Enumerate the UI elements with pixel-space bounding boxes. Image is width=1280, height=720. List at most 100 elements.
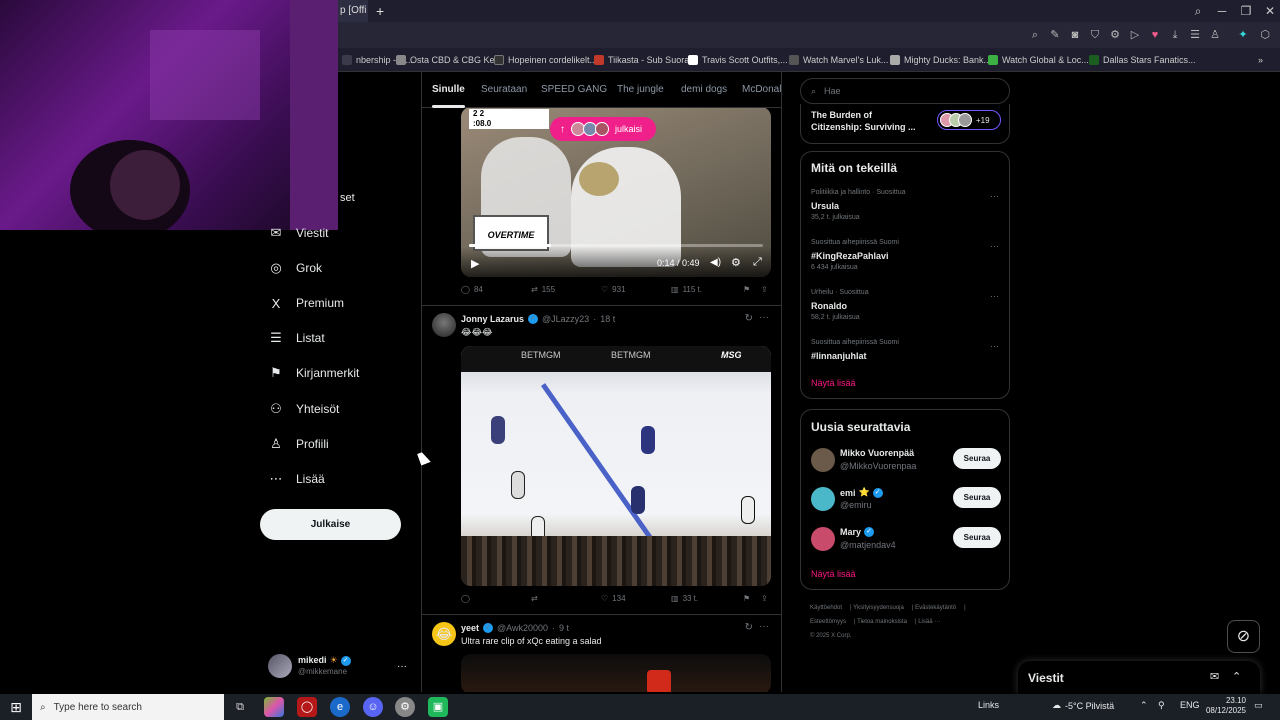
new-message-icon[interactable]: ✉ bbox=[1210, 670, 1219, 683]
who-show-more-link[interactable]: Näytä lisää bbox=[811, 569, 856, 579]
notifications-icon[interactable]: ▭ bbox=[1254, 700, 1263, 711]
new-tab-button[interactable]: + bbox=[376, 3, 384, 19]
clock[interactable]: 23.10 08/12/2025 bbox=[1204, 696, 1246, 716]
post-button[interactable]: Julkaise bbox=[260, 509, 401, 540]
footer-link[interactable]: Käyttöehdot bbox=[810, 605, 842, 611]
heart-icon[interactable]: ♥ bbox=[1148, 28, 1162, 42]
fullscreen-icon[interactable]: ⤢ bbox=[753, 256, 762, 269]
nav-item-premium[interactable]: X Premium bbox=[268, 292, 344, 314]
bookmark-item[interactable]: Dallas Stars Fanatics... bbox=[1089, 53, 1196, 67]
repost-button[interactable]: ⇄ 155 bbox=[531, 285, 555, 294]
bookmark-button[interactable]: ⚑ bbox=[743, 594, 750, 603]
edge-icon[interactable]: e bbox=[330, 697, 350, 717]
trends-show-more-link[interactable]: Näytä lisää bbox=[811, 378, 856, 388]
trend-more-icon[interactable]: ··· bbox=[990, 341, 999, 351]
bookmark-item[interactable]: Watch Marvel's Luk... bbox=[789, 53, 888, 67]
play-icon[interactable]: ▶ bbox=[471, 257, 479, 270]
play-icon[interactable]: ▷ bbox=[1128, 28, 1142, 42]
new-posts-pill[interactable]: ↑ julkaisi bbox=[550, 117, 656, 141]
profile-icon[interactable]: ♙ bbox=[1208, 28, 1222, 42]
network-icon[interactable]: ⚲ bbox=[1158, 700, 1165, 711]
bookmark-item[interactable]: Osta CBD & CBG Ke... bbox=[396, 53, 502, 67]
app-icon[interactable]: ⚙ bbox=[395, 697, 415, 717]
menu-icon[interactable]: ☰ bbox=[1188, 28, 1202, 42]
shield-icon[interactable]: ⛉ bbox=[1088, 28, 1102, 42]
tab-mcdonal[interactable]: McDonal bbox=[742, 72, 781, 108]
trend-item[interactable]: Politiikka ja hallinto · Suosittua Ursul… bbox=[811, 189, 1001, 225]
tray-overflow-icon[interactable]: ⌃ bbox=[1140, 700, 1148, 711]
browser-app-icon[interactable]: ◯ bbox=[297, 697, 317, 717]
links-toolbar[interactable]: Links bbox=[978, 700, 999, 710]
bookmark-item[interactable]: Hopeinen cordelikelt... bbox=[494, 53, 597, 67]
bookmark-item[interactable]: Tiikasta - Sub Suora bbox=[594, 53, 689, 67]
views-button[interactable]: ▥ 33 t. bbox=[671, 594, 698, 603]
restore-icon[interactable]: ❐ bbox=[1234, 0, 1258, 22]
account-switcher[interactable]: mikedi ☀ ✓ @mikkemane ··· bbox=[268, 652, 413, 680]
footer-link[interactable]: Esteettömyys bbox=[810, 619, 846, 625]
bookmark-item[interactable]: Mighty Ducks: Bank... bbox=[890, 53, 991, 67]
post-more-icon[interactable]: ··· bbox=[759, 621, 769, 632]
account-more-icon[interactable]: ··· bbox=[397, 661, 407, 672]
app-icon[interactable]: ▣ bbox=[428, 697, 448, 717]
follow-suggestion[interactable]: emi ⭐ ✓ @emiru Seuraa bbox=[811, 485, 1001, 515]
nav-item-grok[interactable]: ◎ Grok bbox=[268, 257, 322, 279]
footer-link[interactable]: Evästekäytäntö bbox=[915, 605, 956, 611]
expand-icon[interactable]: ⌃ bbox=[1232, 670, 1241, 683]
close-window-icon[interactable]: ✕ bbox=[1258, 0, 1280, 22]
tab-for-you[interactable]: Sinulle bbox=[432, 72, 465, 108]
windows-start-icon[interactable]: ⊞ bbox=[0, 694, 32, 720]
post-author[interactable]: yeet ✓ @Awk20000 · 9 t bbox=[461, 623, 569, 633]
weather-widget[interactable]: ☁ -5°C Pilvistä bbox=[1052, 700, 1114, 711]
footer-link[interactable]: Yksityisyydensuoja bbox=[853, 605, 904, 611]
language-indicator[interactable]: ENG bbox=[1180, 700, 1200, 710]
taskbar-search-input[interactable]: ⌕ Type here to search bbox=[32, 694, 224, 720]
nav-item-more[interactable]: ⋯ Lisää bbox=[268, 468, 325, 490]
reply-button[interactable]: ◯ 84 bbox=[461, 285, 483, 294]
volume-icon[interactable]: ◀) bbox=[710, 257, 721, 268]
bookmark-item[interactable]: Watch Global & Loc... bbox=[988, 53, 1089, 67]
trend-item[interactable]: Suosittua aihepiirissä Suomi #KingRezaPa… bbox=[811, 239, 1001, 275]
grok-icon[interactable]: ↻ bbox=[745, 622, 753, 633]
grok-icon[interactable]: ↻ bbox=[745, 313, 753, 324]
search-input[interactable]: ⌕ Hae bbox=[800, 78, 1010, 104]
nav-item-bookmarks[interactable]: ⚑ Kirjanmerkit bbox=[268, 362, 359, 384]
bookmark-button[interactable]: ⚑ bbox=[743, 285, 750, 294]
settings-icon[interactable]: ⚙ bbox=[731, 256, 741, 269]
zoom-icon[interactable]: ⌕ bbox=[1028, 28, 1042, 42]
follow-suggestion[interactable]: Mary ✓ @matjendav4 Seuraa bbox=[811, 525, 1001, 555]
trend-item[interactable]: Suosittua aihepiirissä Suomi #linnanjuhl… bbox=[811, 339, 1001, 375]
tab-speed-gang[interactable]: SPEED GANG bbox=[541, 72, 607, 108]
follow-button[interactable]: Seuraa bbox=[953, 487, 1001, 508]
trend-more-icon[interactable]: ··· bbox=[990, 241, 999, 251]
copilot-icon[interactable] bbox=[264, 697, 284, 717]
tab-following[interactable]: Seurataan bbox=[481, 72, 527, 108]
follow-button[interactable]: Seuraa bbox=[953, 448, 1001, 469]
camera-icon[interactable]: ◙ bbox=[1068, 28, 1082, 42]
follow-suggestion[interactable]: Mikko Vuorenpää @MikkoVuorenpaa Seuraa bbox=[811, 446, 1001, 476]
nav-item-profile[interactable]: ♙ Profiili bbox=[268, 433, 329, 455]
live-space-card[interactable]: The Burden of Citizenship: Surviving ...… bbox=[800, 104, 1010, 144]
grok-fab-button[interactable]: ⊘ bbox=[1227, 620, 1260, 653]
footer-link[interactable]: Tietoa mainoksista bbox=[857, 619, 907, 625]
trend-item[interactable]: Urheilu · Suosittua Ronaldo 58,2 t. julk… bbox=[811, 289, 1001, 325]
like-button[interactable]: ♡ 134 bbox=[601, 594, 626, 603]
share-button[interactable]: ⇪ bbox=[761, 594, 768, 603]
bookmark-item[interactable]: Travis Scott Outfits,... bbox=[688, 53, 788, 67]
bookmarks-overflow-icon[interactable]: » bbox=[1258, 53, 1263, 67]
search-tabs-icon[interactable]: ⌕ bbox=[1186, 0, 1210, 22]
nav-partial-label[interactable]: set bbox=[340, 192, 355, 204]
tab-demi-dogs[interactable]: demi dogs bbox=[681, 72, 727, 108]
footer-link[interactable]: Lisää ··· bbox=[918, 619, 940, 625]
nav-item-lists[interactable]: ☰ Listat bbox=[268, 327, 325, 349]
avatar[interactable] bbox=[432, 313, 456, 337]
task-view-icon[interactable]: ⧉ bbox=[230, 697, 250, 717]
discord-icon[interactable]: ☺ bbox=[363, 697, 383, 717]
browser-logo-icon[interactable]: ⬡ bbox=[1258, 28, 1272, 42]
minimize-icon[interactable]: ─ bbox=[1210, 0, 1234, 22]
share-button[interactable]: ⇪ bbox=[761, 285, 768, 294]
nav-item-messages[interactable]: ✉ Viestit bbox=[268, 222, 329, 244]
nav-item-communities[interactable]: ⚇ Yhteisöt bbox=[268, 398, 339, 420]
video-player[interactable] bbox=[461, 654, 771, 692]
repost-button[interactable]: ⇄ bbox=[531, 594, 538, 603]
trend-more-icon[interactable]: ··· bbox=[990, 291, 999, 301]
